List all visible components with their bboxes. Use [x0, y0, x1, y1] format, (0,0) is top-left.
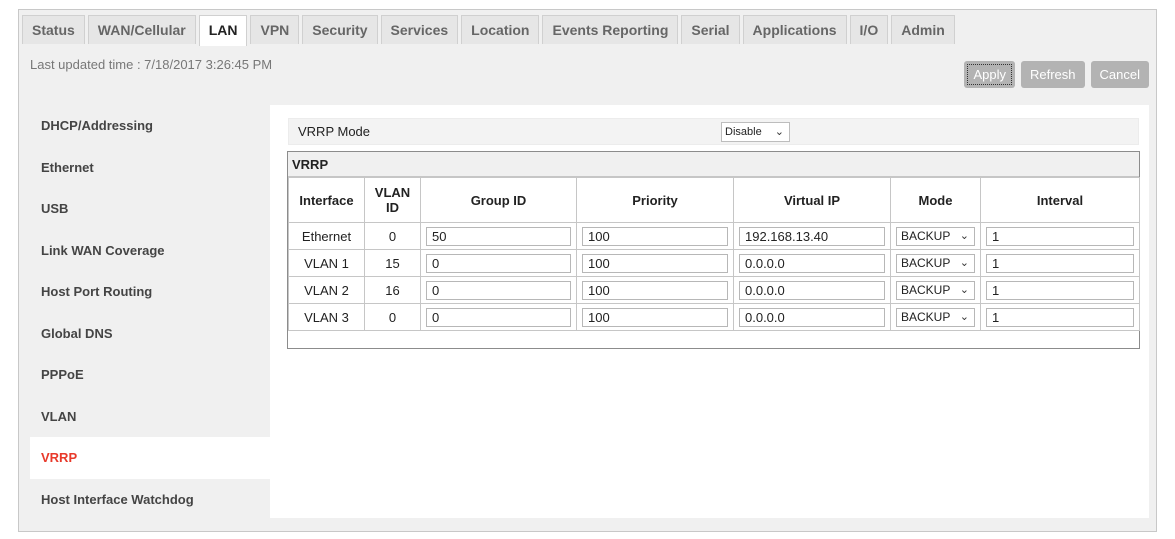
sidebar-item-ethernet[interactable]: Ethernet	[30, 147, 270, 189]
tab-lan[interactable]: LAN	[198, 15, 248, 46]
vlan-id-cell: 16	[364, 276, 421, 304]
tab-applications[interactable]: Applications	[742, 15, 847, 44]
virtual-ip-input[interactable]: 192.168.13.40	[739, 226, 885, 246]
apply-button[interactable]: Apply	[964, 61, 1015, 88]
chevron-down-icon: ⌄	[959, 229, 969, 242]
vrrp-mode-row: VRRP Mode Disable ⌄	[288, 118, 1139, 145]
table-row: VLAN 3 0 0 100 0.0.0.0 BACKUP ⌄ 1	[288, 303, 1140, 331]
vlan-id-cell: 0	[364, 303, 421, 331]
refresh-button[interactable]: Refresh	[1021, 61, 1085, 88]
tab-status[interactable]: Status	[22, 15, 85, 44]
col-header-priority: Priority	[576, 177, 734, 223]
col-header-vlan-id: VLAN ID	[364, 177, 421, 223]
vrrp-table-title: VRRP	[288, 152, 1139, 177]
tab-admin[interactable]: Admin	[891, 15, 955, 44]
interface-cell: VLAN 3	[288, 303, 365, 331]
chevron-down-icon: ⌄	[774, 126, 784, 138]
vrrp-table-box: VRRP Interface VLAN ID Group ID Priority…	[287, 151, 1140, 349]
col-header-interface: Interface	[288, 177, 365, 223]
group-id-input[interactable]: 0	[426, 253, 571, 273]
interval-input[interactable]: 1	[986, 280, 1134, 300]
top-tab-bar: Status WAN/Cellular LAN VPN Security Ser…	[22, 15, 955, 46]
tab-services[interactable]: Services	[380, 15, 459, 44]
col-header-interval: Interval	[980, 177, 1140, 223]
vrrp-mode-label: VRRP Mode	[298, 124, 371, 139]
action-buttons: Apply Refresh Cancel	[964, 61, 1149, 88]
priority-input[interactable]: 100	[582, 253, 728, 273]
tab-location[interactable]: Location	[461, 15, 540, 44]
vrrp-table: Interface VLAN ID Group ID Priority Virt…	[288, 177, 1140, 331]
priority-input[interactable]: 100	[582, 307, 728, 327]
mode-select[interactable]: BACKUP ⌄	[896, 226, 975, 246]
mode-select[interactable]: BACKUP ⌄	[896, 280, 975, 300]
tab-vpn[interactable]: VPN	[250, 15, 300, 44]
priority-input[interactable]: 100	[582, 280, 728, 300]
last-updated-text: Last updated time : 7/18/2017 3:26:45 PM	[30, 57, 273, 72]
group-id-input[interactable]: 50	[426, 226, 571, 246]
mode-value: BACKUP	[901, 309, 951, 324]
chevron-down-icon: ⌄	[959, 310, 969, 323]
virtual-ip-input[interactable]: 0.0.0.0	[739, 307, 885, 327]
table-row: VLAN 1 15 0 100 0.0.0.0 BACKUP ⌄ 1	[288, 249, 1140, 277]
col-header-mode: Mode	[890, 177, 981, 223]
sidebar-item-dhcp-addressing[interactable]: DHCP/Addressing	[30, 105, 270, 147]
chevron-down-icon: ⌄	[959, 256, 969, 269]
group-id-input[interactable]: 0	[426, 307, 571, 327]
sidebar-item-host-interface-watchdog[interactable]: Host Interface Watchdog	[30, 479, 270, 521]
virtual-ip-input[interactable]: 0.0.0.0	[739, 280, 885, 300]
vrrp-mode-select[interactable]: Disable ⌄	[721, 122, 790, 142]
interface-cell: VLAN 1	[288, 249, 365, 277]
group-id-input[interactable]: 0	[426, 280, 571, 300]
tab-wan-cellular[interactable]: WAN/Cellular	[87, 15, 196, 44]
interval-input[interactable]: 1	[986, 226, 1134, 246]
tab-security[interactable]: Security	[302, 15, 378, 44]
sidebar-item-global-dns[interactable]: Global DNS	[30, 313, 270, 355]
content-panel: VRRP Mode Disable ⌄ VRRP Interface VLAN …	[270, 105, 1149, 518]
mode-value: BACKUP	[901, 282, 951, 297]
tab-io[interactable]: I/O	[849, 15, 889, 44]
sidebar-item-link-wan-coverage[interactable]: Link WAN Coverage	[30, 230, 270, 272]
sidebar-item-host-port-routing[interactable]: Host Port Routing	[30, 271, 270, 313]
sidebar-item-pppoe[interactable]: PPPoE	[30, 354, 270, 396]
mode-value: BACKUP	[901, 228, 951, 243]
table-header-row: Interface VLAN ID Group ID Priority Virt…	[288, 177, 1140, 223]
sidebar-item-usb[interactable]: USB	[30, 188, 270, 230]
vlan-id-cell: 0	[364, 222, 421, 250]
tab-events-reporting[interactable]: Events Reporting	[542, 15, 679, 44]
priority-input[interactable]: 100	[582, 226, 728, 246]
cancel-button[interactable]: Cancel	[1090, 61, 1149, 88]
table-row: Ethernet 0 50 100 192.168.13.40 BACKUP ⌄ …	[288, 222, 1140, 250]
virtual-ip-input[interactable]: 0.0.0.0	[739, 253, 885, 273]
sidebar-item-vlan[interactable]: VLAN	[30, 396, 270, 438]
sidebar-item-vrrp[interactable]: VRRP	[30, 437, 270, 479]
vrrp-mode-value: Disable	[725, 126, 762, 138]
col-header-group-id: Group ID	[420, 177, 577, 223]
chevron-down-icon: ⌄	[959, 283, 969, 296]
mode-select[interactable]: BACKUP ⌄	[896, 253, 975, 273]
interface-cell: VLAN 2	[288, 276, 365, 304]
interface-cell: Ethernet	[288, 222, 365, 250]
table-row: VLAN 2 16 0 100 0.0.0.0 BACKUP ⌄ 1	[288, 276, 1140, 304]
mode-select[interactable]: BACKUP ⌄	[896, 307, 975, 327]
sidebar: DHCP/Addressing Ethernet USB Link WAN Co…	[30, 105, 270, 520]
mode-value: BACKUP	[901, 255, 951, 270]
interval-input[interactable]: 1	[986, 307, 1134, 327]
col-header-virtual-ip: Virtual IP	[733, 177, 891, 223]
tab-serial[interactable]: Serial	[681, 15, 740, 44]
vlan-id-cell: 15	[364, 249, 421, 277]
interval-input[interactable]: 1	[986, 253, 1134, 273]
